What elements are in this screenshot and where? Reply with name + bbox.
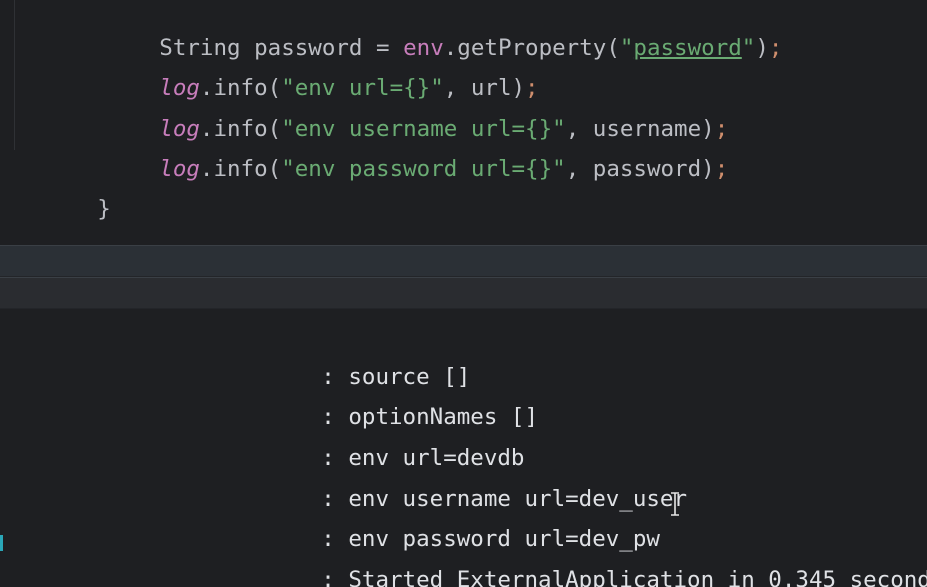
console-line: : Started ExternalApplication in 0.345 s… [240,520,927,587]
console-line: : optionNames [] [240,357,538,430]
tool-window-header[interactable] [0,245,927,277]
code-token: "env password url={}" [281,156,566,182]
code-token: .info( [199,156,282,182]
code-line-closing-brace[interactable]: } [16,149,111,222]
code-token: " [741,35,756,61]
code-token: ; [714,156,729,182]
code-token: log [159,156,200,182]
code-line-log-username[interactable]: log.info("env username url={}", username… [0,69,728,142]
code-line-log-url[interactable]: log.info("env url={}", url); [0,28,538,101]
code-editor[interactable]: String password = env.getProperty("passw… [0,0,927,245]
code-token: " [619,35,634,61]
console-line: : env password url=dev_pw [240,479,660,552]
run-console[interactable]: : source [] : optionNames [] : env url=d… [0,309,927,587]
console-toolbar[interactable] [0,277,927,309]
ide-window: String password = env.getProperty("passw… [0,0,927,587]
code-token: ) [755,35,769,61]
code-token: ; [768,35,783,61]
console-line: : source [] [240,317,470,390]
console-line: : env url=devdb [240,398,524,471]
code-token: , password) [565,156,715,182]
code-line-log-password[interactable]: log.info("env password url={}", password… [0,109,728,182]
code-token: password [633,35,742,61]
closing-brace: } [97,196,111,222]
console-line: : env username url=dev_user [240,439,687,512]
text-cursor-icon [671,492,679,516]
console-line-text: : Started ExternalApplication in 0.345 s… [321,567,927,587]
scroll-marker [0,535,3,551]
code-line-password-assignment[interactable]: String password = env.getProperty("passw… [0,0,782,61]
